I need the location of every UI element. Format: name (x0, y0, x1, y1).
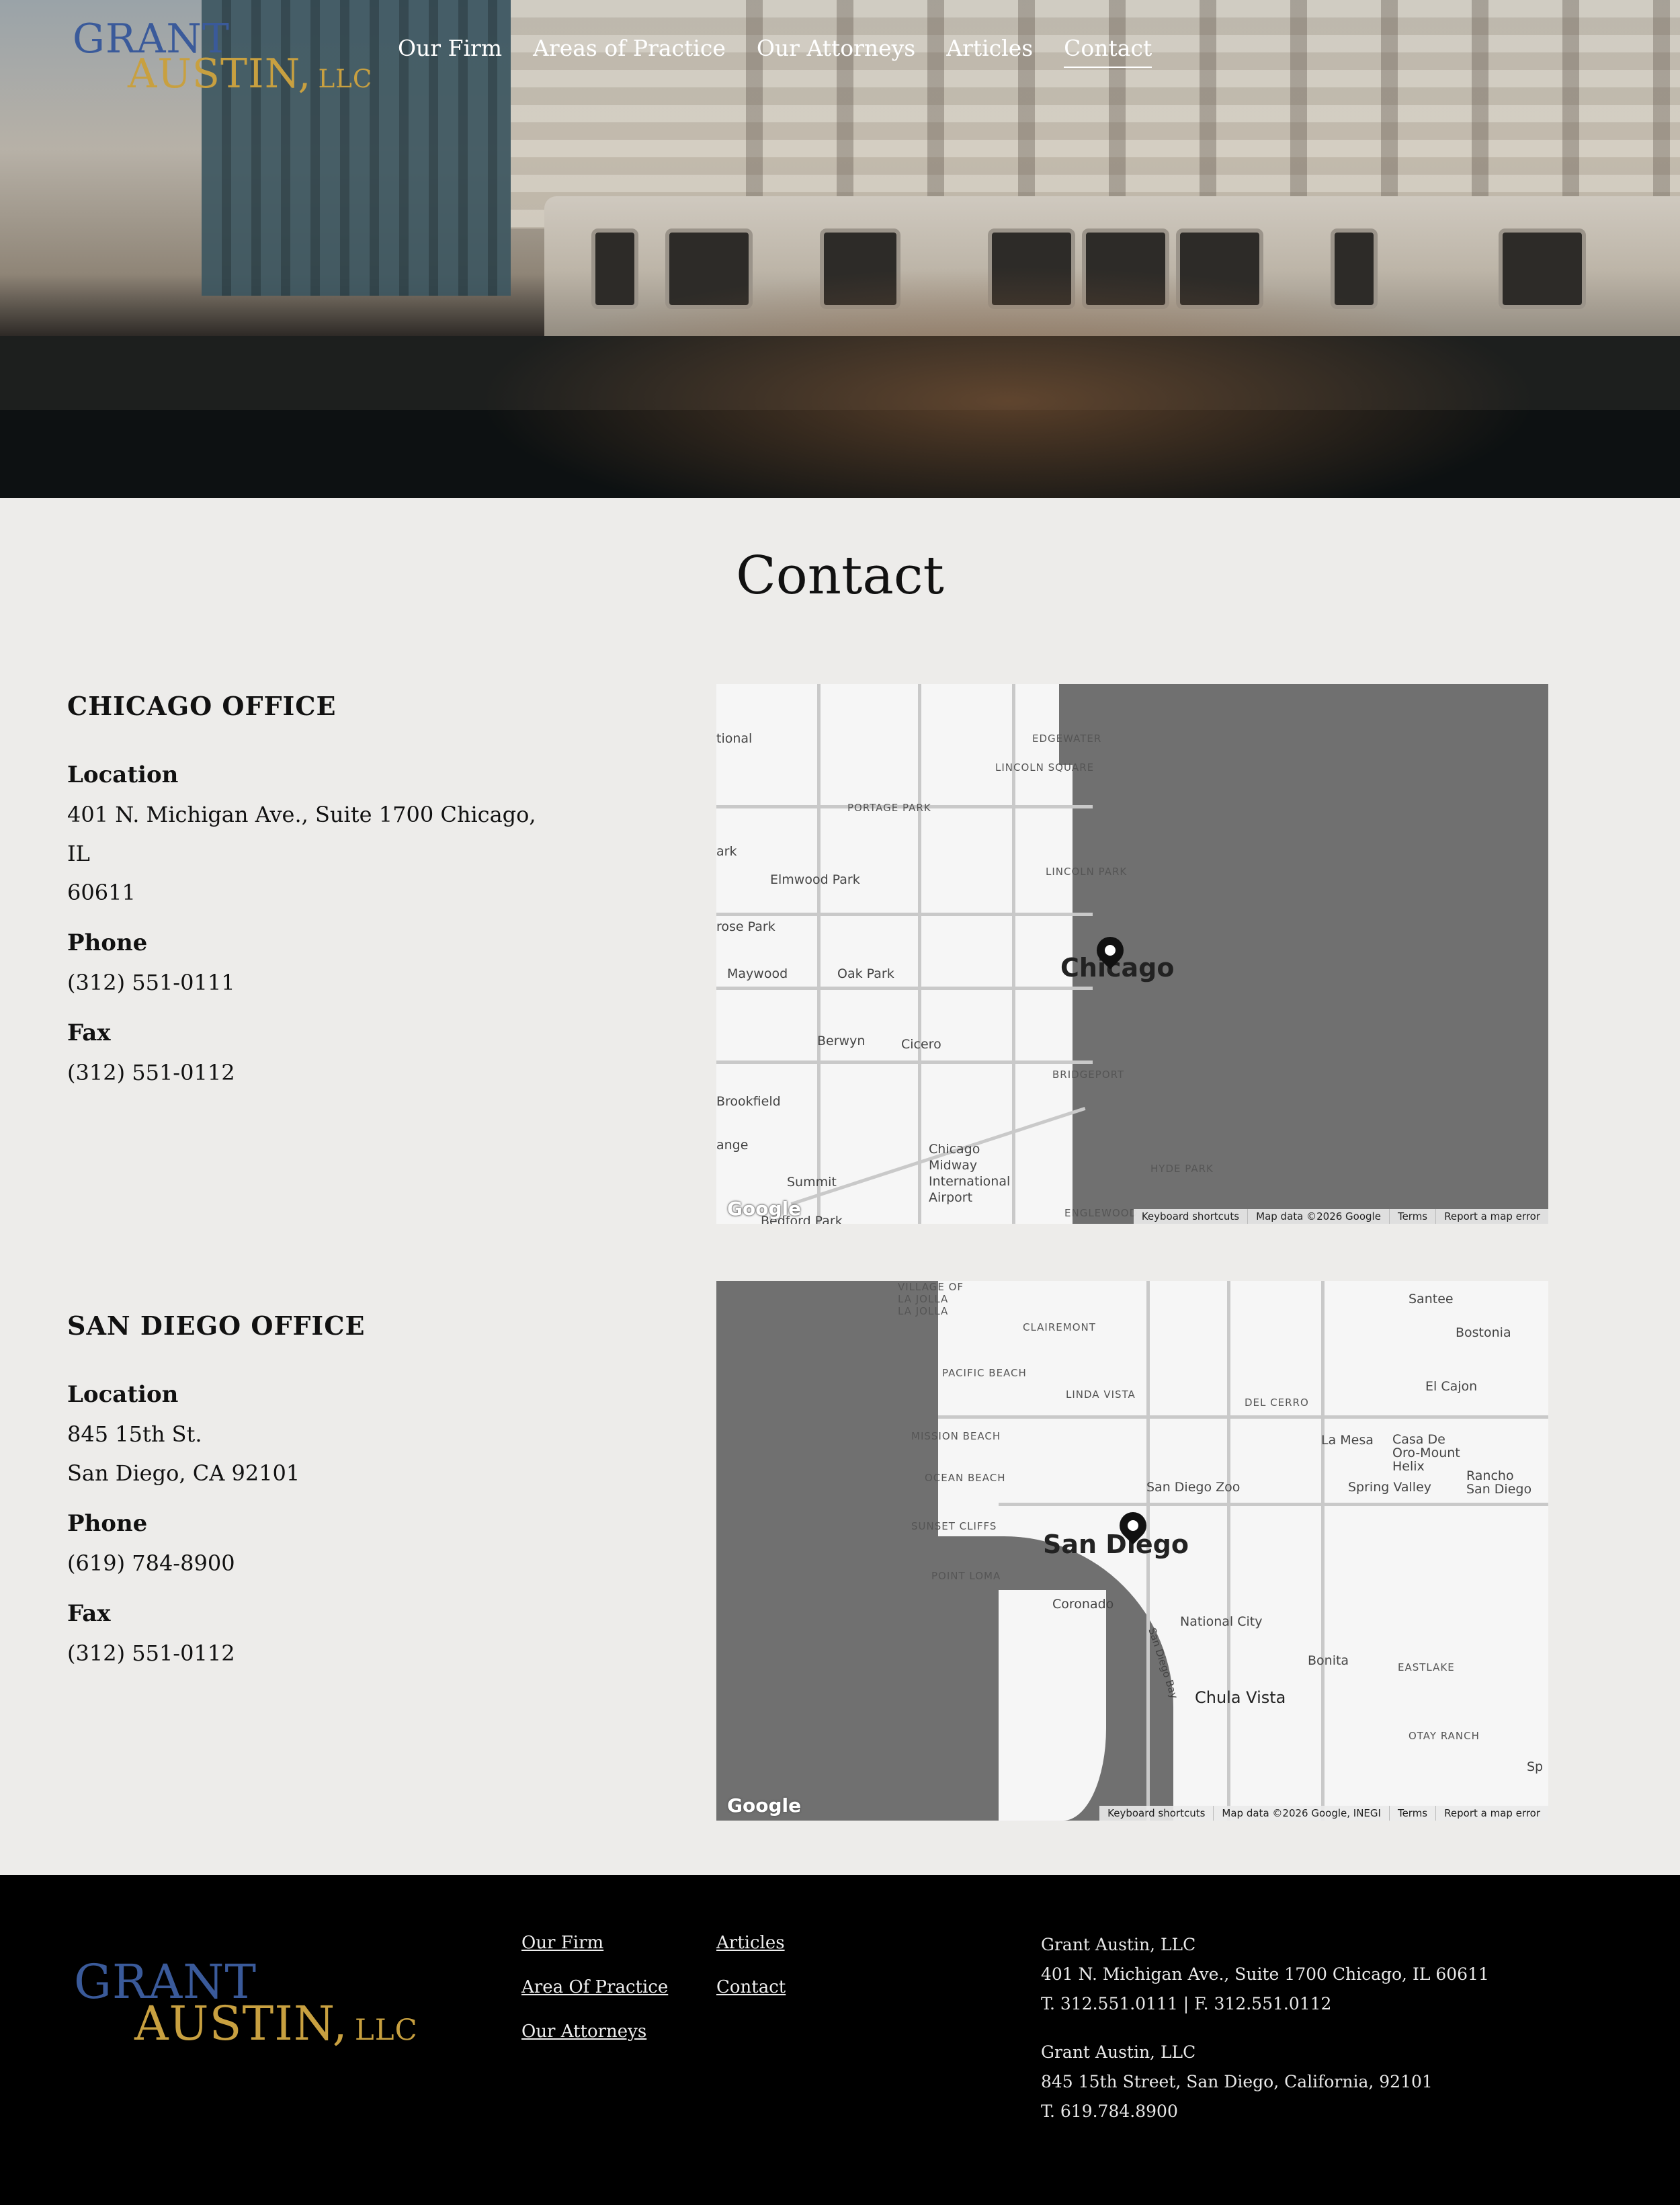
location-line2: San Diego, CA 92101 (67, 1460, 300, 1486)
footer-link-our-attorneys[interactable]: Our Attorneys (521, 2022, 668, 2042)
footer-address-chicago: Grant Austin, LLC 401 N. Michigan Ave., … (1041, 1930, 1489, 2019)
location-line2: 60611 (67, 880, 136, 905)
fax-label: Fax (67, 1600, 111, 1627)
map-data-label: Map data ©2026 Google, INEGI (1213, 1806, 1389, 1821)
site-footer: GRANT AUSTIN, LLC Our Firm Area Of Practi… (0, 1875, 1680, 2205)
map-data-label: Map data ©2026 Google (1247, 1209, 1389, 1224)
footer-link-our-firm[interactable]: Our Firm (521, 1933, 668, 1953)
location-label: Location (67, 761, 179, 788)
logo-line2: AUSTIN, LLC (128, 50, 373, 97)
phone-label: Phone (67, 929, 148, 956)
keyboard-shortcuts-link[interactable]: Keyboard shortcuts (1134, 1209, 1247, 1224)
nav-our-attorneys[interactable]: Our Attorneys (757, 35, 915, 68)
office-heading: CHICAGO OFFICE (67, 691, 337, 721)
footer-links-col2: Articles Contact (716, 1933, 786, 1997)
phone-number: (312) 551-0111 (67, 970, 235, 995)
footer-link-contact[interactable]: Contact (716, 1977, 786, 1997)
footer-street: 845 15th Street, San Diego, California, … (1041, 2072, 1433, 2091)
footer-links-col1: Our Firm Area Of Practice Our Attorneys (521, 1933, 668, 2042)
fax-number: (312) 551-0112 (67, 1640, 235, 1666)
page-title: Contact (736, 546, 944, 606)
nav-areas-of-practice[interactable]: Areas of Practice (533, 35, 726, 68)
google-logo: Google (727, 1198, 802, 1220)
footer-link-area-of-practice[interactable]: Area Of Practice (521, 1977, 668, 1997)
report-error-link[interactable]: Report a map error (1435, 1209, 1548, 1224)
chicago-map[interactable]: tional EDGEWATER LINCOLN SQUARE PORTAGE … (716, 684, 1548, 1224)
location-line1: 845 15th St. (67, 1421, 202, 1447)
footer-firm-name: Grant Austin, LLC (1041, 1935, 1196, 1954)
location-line1: 401 N. Michigan Ave., Suite 1700 Chicago… (67, 802, 536, 866)
keyboard-shortcuts-link[interactable]: Keyboard shortcuts (1099, 1806, 1213, 1821)
map-city-label: San Diego (1043, 1530, 1189, 1559)
terms-link[interactable]: Terms (1388, 1209, 1435, 1224)
office-heading: SAN DIEGO OFFICE (67, 1310, 366, 1341)
footer-phones: T. 619.784.8900 (1041, 2102, 1178, 2121)
san-diego-map[interactable]: VILLAGE OF LA JOLLA LA JOLLA CLAIREMONT … (716, 1281, 1548, 1821)
location-label: Location (67, 1381, 179, 1408)
main-nav: Our Firm Areas of Practice Our Attorneys… (398, 35, 1152, 68)
footer-link-articles[interactable]: Articles (716, 1933, 786, 1953)
footer-logo[interactable]: GRANT AUSTIN, LLC (74, 1958, 418, 2047)
site-logo[interactable]: GRANT AUSTIN, LLC (73, 19, 372, 94)
footer-phones: T. 312.551.0111 | F. 312.551.0112 (1041, 1994, 1332, 2013)
report-error-link[interactable]: Report a map error (1435, 1806, 1548, 1821)
google-logo: Google (727, 1794, 802, 1817)
phone-label: Phone (67, 1510, 148, 1537)
logo-line2: AUSTIN, LLC (134, 1996, 418, 2051)
nav-contact[interactable]: Contact (1064, 35, 1152, 68)
map-attribution: Keyboard shortcuts Map data ©2026 Google… (1133, 1209, 1548, 1224)
nav-articles[interactable]: Articles (946, 35, 1033, 68)
footer-address-san-diego: Grant Austin, LLC 845 15th Street, San D… (1041, 2038, 1433, 2126)
fax-number: (312) 551-0112 (67, 1060, 235, 1085)
footer-firm-name: Grant Austin, LLC (1041, 2042, 1196, 2062)
fax-label: Fax (67, 1020, 111, 1046)
footer-street: 401 N. Michigan Ave., Suite 1700 Chicago… (1041, 1964, 1489, 1984)
nav-our-firm[interactable]: Our Firm (398, 35, 502, 68)
map-attribution: Keyboard shortcuts Map data ©2026 Google… (1099, 1806, 1548, 1821)
chicago-office: CHICAGO OFFICE Location 401 N. Michigan … (67, 691, 538, 1110)
san-diego-office: SAN DIEGO OFFICE Location 845 15th St. S… (67, 1310, 538, 1690)
terms-link[interactable]: Terms (1388, 1806, 1435, 1821)
phone-number: (619) 784-8900 (67, 1550, 235, 1576)
